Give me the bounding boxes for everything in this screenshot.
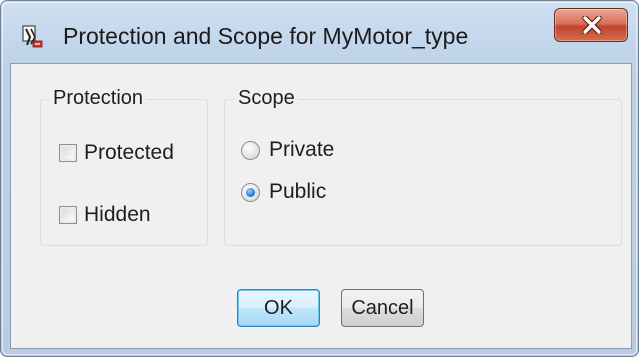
private-label: Private <box>269 138 335 161</box>
dialog-window: Protection and Scope for MyMotor_type Pr… <box>0 0 639 357</box>
title-bar[interactable]: Protection and Scope for MyMotor_type <box>1 1 638 63</box>
hidden-checkbox[interactable]: Hidden <box>59 203 151 227</box>
app-icon <box>21 25 43 49</box>
hidden-checkbox-box[interactable] <box>59 206 77 224</box>
protected-checkbox[interactable]: Protected <box>59 141 174 165</box>
protection-group-label: Protection <box>50 87 147 110</box>
close-button[interactable] <box>554 8 628 42</box>
protection-group: Protection Protected Hidden <box>40 87 208 246</box>
public-radio-button[interactable] <box>241 182 260 202</box>
private-radio[interactable]: Private <box>241 138 334 162</box>
public-radio[interactable]: Public <box>241 180 326 204</box>
public-label: Public <box>269 180 327 203</box>
window-title: Protection and Scope for MyMotor_type <box>63 23 469 49</box>
ok-button[interactable]: OK <box>237 289 320 327</box>
cancel-button[interactable]: Cancel <box>341 289 424 327</box>
dialog-content: Protection Protected Hidden Scope Privat… <box>10 63 632 349</box>
scope-group: Scope Private Public <box>224 87 622 246</box>
protected-label: Protected <box>84 141 174 164</box>
private-radio-button[interactable] <box>241 140 260 160</box>
scope-group-label: Scope <box>235 87 298 110</box>
hidden-label: Hidden <box>84 203 151 226</box>
protected-checkbox-box[interactable] <box>59 144 77 162</box>
